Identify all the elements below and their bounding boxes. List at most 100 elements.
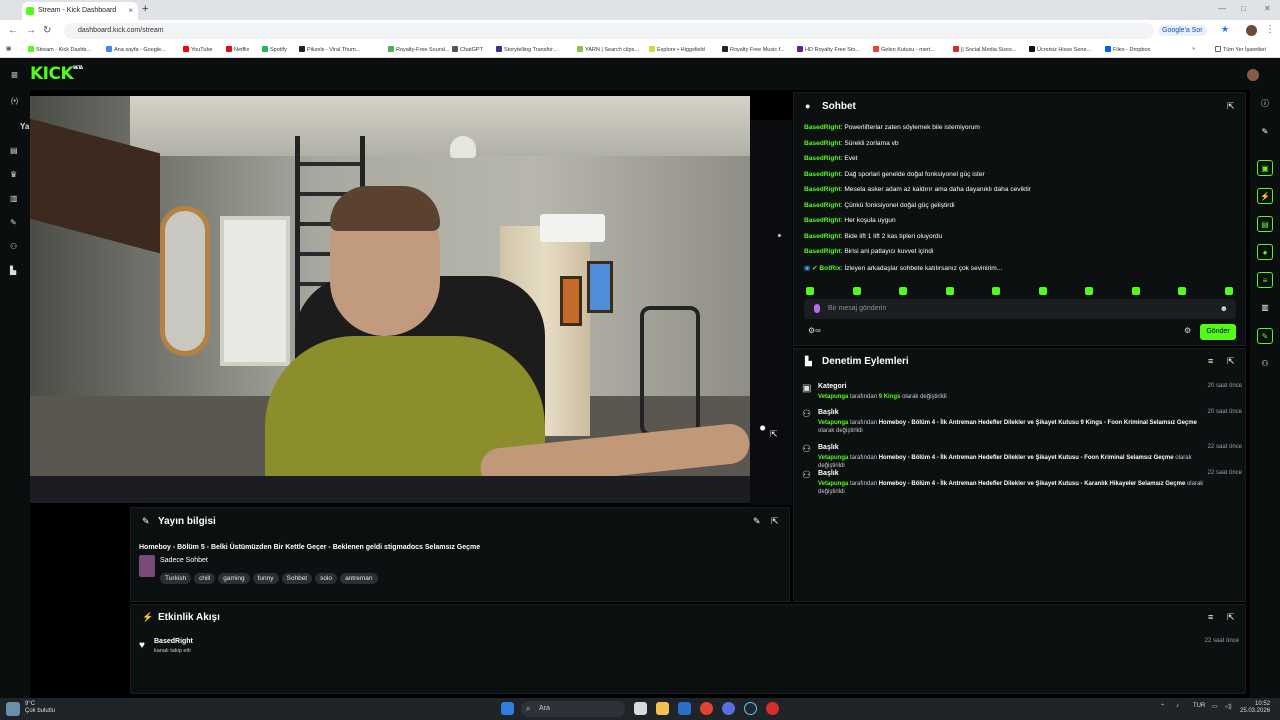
emote-icon[interactable] [806,287,814,295]
browser-profile-avatar[interactable] [1246,25,1257,36]
bookmark-item[interactable]: Gelen Kutusu - mert... [873,46,935,53]
emoji-icon[interactable]: ☻ [1220,304,1228,313]
bookmark-item[interactable]: Stream - Kick Dashb... [28,46,91,53]
store-icon[interactable] [678,702,691,715]
moderation-actor[interactable]: Vetapunga [818,455,848,461]
popout-icon[interactable]: ⇱ [1227,101,1235,112]
note-icon[interactable]: ▤ [1257,216,1273,232]
stream-tag[interactable]: gaming [218,573,250,584]
all-bookmarks-button[interactable]: Tüm Yer İşaretleri [1215,46,1266,53]
chat-username[interactable]: BasedRight [804,233,841,240]
user-avatar[interactable] [1247,69,1259,81]
stream-live-icon[interactable]: (•) [11,98,18,105]
reload-icon[interactable]: ↻ [43,25,51,36]
bookmark-item[interactable]: Royalty Free Music f... [722,46,785,53]
stream-tag[interactable]: antreman [340,573,378,584]
emote-icon[interactable] [1178,287,1186,295]
bookmark-item[interactable]: Files - Dropbox [1105,46,1150,53]
trophy-icon[interactable]: ♛ [10,170,17,179]
microphone-icon[interactable] [814,304,820,313]
emote-icon[interactable] [1038,287,1047,295]
users-icon[interactable]: ⚇ [1257,356,1273,372]
bookmark-item[interactable]: YARN | Search clips... [577,46,639,53]
popout-icon[interactable]: ⇱ [770,429,778,440]
stream-preview-video[interactable] [30,96,750,503]
emote-icon[interactable] [945,287,954,295]
bookmark-item[interactable]: Ana sayfa - Google... [106,46,166,53]
stream-tag[interactable]: Sohbet [281,573,313,584]
chat-username[interactable]: BasedRight [804,140,841,147]
hamburger-menu-icon[interactable]: ≡ [11,68,18,82]
bookmark-item[interactable]: Ücretsiz Hisse Sene... [1029,46,1091,53]
bookmark-item[interactable]: Spotify [262,46,287,53]
language-indicator[interactable]: TUR [1193,703,1205,709]
volume-icon[interactable]: ◁) [1225,703,1232,710]
emote-icon[interactable] [899,287,907,295]
emote-icon[interactable] [1085,287,1093,295]
forward-icon[interactable]: → [26,25,36,36]
steam-icon[interactable] [744,702,757,715]
emote-icon[interactable] [1224,287,1233,295]
chat-username[interactable]: BotRix [819,265,840,272]
minimize-button[interactable]: — [1218,4,1226,13]
dashboard-icon[interactable]: ▤ [10,146,18,155]
maximize-button[interactable]: □ [1241,4,1246,13]
popout-icon[interactable]: ⇱ [1227,612,1235,623]
task-view-icon[interactable] [634,702,647,715]
edit-icon[interactable]: ✎ [1257,124,1273,140]
new-tab-button[interactable]: + [142,3,148,15]
moderation-actor[interactable]: Vetapunga [818,394,848,400]
url-input[interactable]: dashboard.kick.com/stream [64,23,1154,39]
poll-icon[interactable]: ≡ [1257,272,1273,288]
google-sor-button[interactable]: Google'a Sor [1158,25,1207,36]
wrench-icon[interactable]: ✎ [1257,328,1273,344]
chat-bubble-icon[interactable]: ● [1257,244,1273,260]
bookmark-item[interactable]: HD Royalty Free Sto... [797,46,860,53]
system-clock[interactable]: 10:52 25.03.2026 [1240,701,1270,715]
gear-icon[interactable]: ⚙ [1184,326,1191,335]
back-icon[interactable]: ← [8,25,18,36]
info-icon[interactable]: ⓘ [1257,96,1273,112]
emote-icon[interactable] [1131,287,1140,295]
chat-username[interactable]: BasedRight [804,186,841,193]
layout-icon[interactable]: ▥ [10,194,18,203]
bookmark-item[interactable]: Explore • Higgsfield [649,46,705,53]
chrome-icon[interactable] [700,702,713,715]
microphone-tray-icon[interactable]: ♪ [1176,703,1179,709]
chat-username[interactable]: BasedRight [804,217,841,224]
stream-tag[interactable]: solo [315,573,338,584]
emote-icon[interactable] [852,287,861,295]
browser-menu-icon[interactable]: ⋮ [1265,24,1275,35]
close-window-button[interactable]: ✕ [1264,4,1271,13]
bookmark-item[interactable]: Netflix [226,46,249,53]
emote-icon[interactable] [992,287,1000,295]
stream-tag[interactable]: funny [252,573,279,584]
weather-widget[interactable]: 9°C Çok bulutlu [25,701,55,715]
moderation-actor[interactable]: Vetapunga [818,481,848,487]
recording-app-icon[interactable] [766,702,779,715]
chat-username[interactable]: BasedRight [804,171,841,178]
bookmark-item[interactable]: YouTube [183,46,213,53]
send-button[interactable]: Gönder [1200,324,1236,340]
filter-icon[interactable]: ≡ [1208,612,1213,622]
chat-username[interactable]: BasedRight [804,155,841,162]
taskbar-search[interactable]: ⌕ Ara [521,701,625,717]
chat-username[interactable]: BasedRight [804,248,841,255]
windows-start-icon[interactable] [501,702,514,715]
bookmark-item[interactable]: || Social Media Sizes... [953,46,1016,53]
close-tab-icon[interactable]: × [128,6,133,15]
clip-icon[interactable]: ▣ [1257,160,1273,176]
popout-icon[interactable]: ⇱ [771,516,779,527]
activity-user[interactable]: BasedRight [154,638,193,645]
moderation-icon[interactable]: ▙ [10,266,16,275]
kick-logo[interactable]: KICKBETA [30,64,83,84]
bookmark-star-icon[interactable]: ★ [1221,24,1229,35]
filter-icon[interactable]: ≡ [1208,356,1213,366]
file-explorer-icon[interactable] [656,702,669,715]
tray-chevron-icon[interactable]: ⌃ [1160,703,1165,710]
bookmark-item[interactable]: ChatGPT [452,46,483,53]
stream-tag[interactable]: Turkish [160,573,192,584]
stream-tag[interactable]: chill [194,573,216,584]
chat-username[interactable]: BasedRight [804,124,841,131]
users-icon[interactable]: ⚇ [10,242,17,251]
